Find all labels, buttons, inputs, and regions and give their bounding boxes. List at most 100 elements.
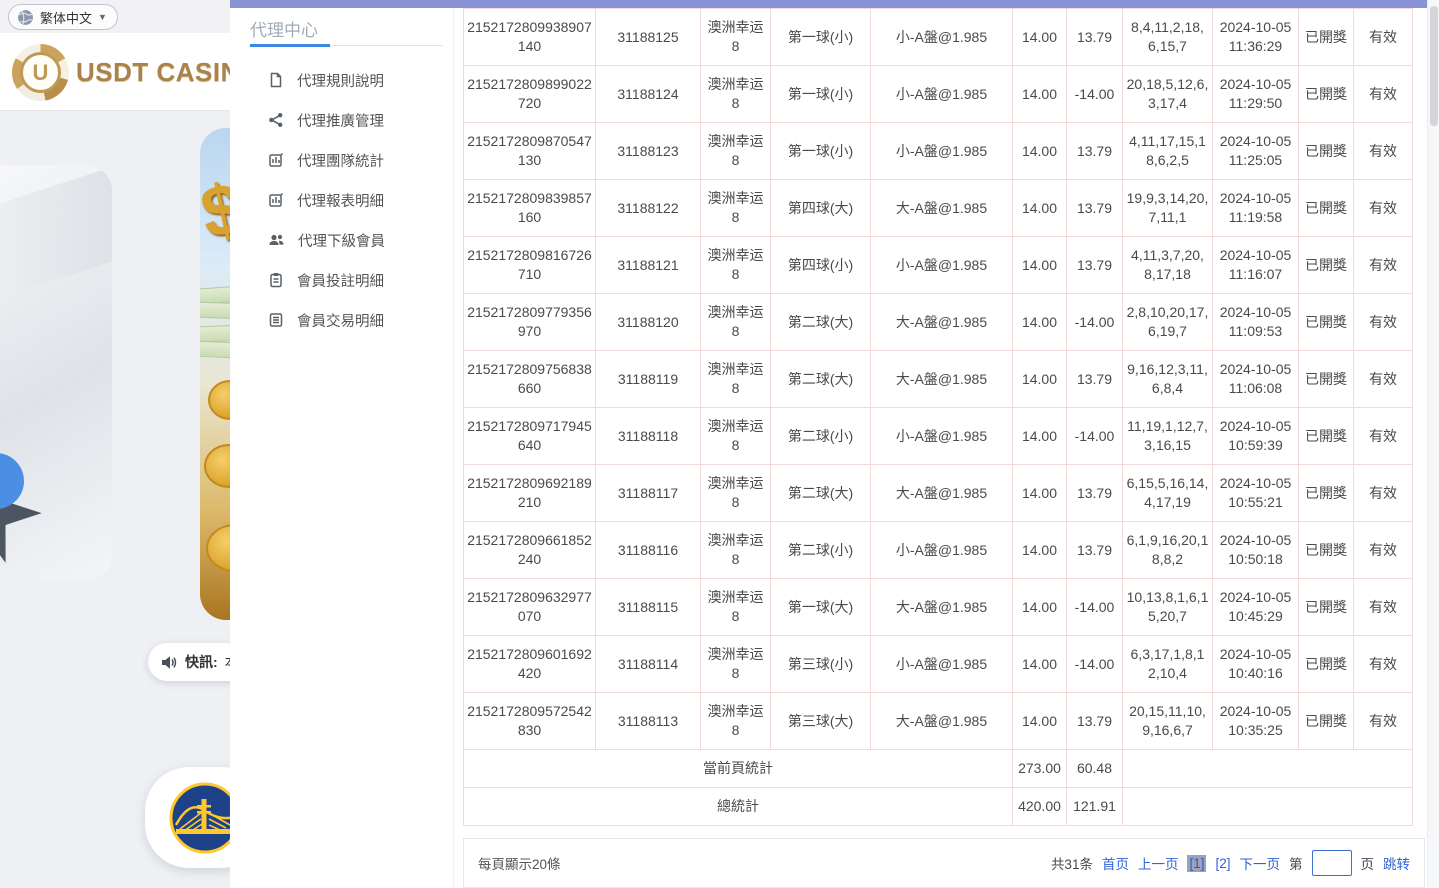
sidebar-item-agent-rules[interactable]: 代理規則說明 [230,60,453,100]
cell-order-number: 2152172809839857160 [464,180,596,237]
cell-draw-numbers: 6,3,17,1,8,12,10,4 [1123,636,1213,693]
list-icon [268,312,284,328]
cell-game-name: 澳洲幸运8 [701,237,771,294]
sidebar-item-label: 會員交易明細 [297,310,384,331]
cell-bet-content: 小-A盤@1.985 [871,408,1013,465]
cell-order-number: 2152172809601692420 [464,636,596,693]
cell-bet-time: 2024-10-05 10:50:18 [1213,522,1299,579]
cell-draw-numbers: 8,4,11,2,18,6,15,7 [1123,9,1213,66]
cell-bet-content: 大-A盤@1.985 [871,180,1013,237]
cell-bet-content: 小-A盤@1.985 [871,522,1013,579]
cell-play-type: 第二球(大) [771,294,871,351]
table-row: 2152172809870547130 31188123 澳洲幸运8 第一球(小… [464,123,1413,180]
casino-logo-emblem: U [12,44,69,101]
prev-page-link[interactable]: 上一页 [1138,853,1179,873]
cell-bet-amount: 14.00 [1013,66,1067,123]
cell-bet-amount: 14.00 [1013,636,1067,693]
cell-game-name: 澳洲幸运8 [701,693,771,750]
cell-status: 已開獎 [1299,294,1354,351]
table-row: 2152172809661852240 31188116 澳洲幸运8 第二球(小… [464,522,1413,579]
language-selector[interactable]: 繁体中文 ▼ [8,4,118,30]
cell-bet-id: 31188123 [596,123,701,180]
jump-button[interactable]: 跳转 [1383,853,1410,873]
cell-game-name: 澳洲幸运8 [701,123,771,180]
sidebar-item-member-transactions[interactable]: 會員交易明細 [230,300,453,340]
page-size-label: 每頁顯示20條 [478,853,561,873]
clipboard-icon [268,272,284,288]
cell-bet-amount: 14.00 [1013,465,1067,522]
cell-bet-time: 2024-10-05 10:59:39 [1213,408,1299,465]
sidebar-item-label: 代理團隊統計 [297,150,384,171]
emblem-letter: U [20,52,61,93]
cell-validity: 有效 [1354,408,1413,465]
cell-bet-content: 大-A盤@1.985 [871,579,1013,636]
cell-validity: 有效 [1354,636,1413,693]
cell-bet-amount: 14.00 [1013,579,1067,636]
cell-order-number: 2152172809816726710 [464,237,596,294]
globe-icon [17,9,34,26]
cell-bet-id: 31188124 [596,66,701,123]
cell-validity: 有效 [1354,522,1413,579]
first-page-link[interactable]: 首页 [1102,853,1129,873]
cell-game-name: 澳洲幸运8 [701,351,771,408]
cell-play-type: 第二球(小) [771,522,871,579]
cell-validity: 有效 [1354,237,1413,294]
sidebar-item-label: 代理下級會員 [298,230,385,251]
sidebar-item-label: 代理報表明細 [297,190,384,211]
cell-win-loss: -14.00 [1067,579,1123,636]
cell-win-loss: -14.00 [1067,294,1123,351]
page-2-link[interactable]: [2] [1215,856,1230,871]
users-icon [268,232,285,248]
page-jump-input[interactable] [1312,850,1352,876]
cell-bet-amount: 14.00 [1013,693,1067,750]
cell-game-name: 澳洲幸运8 [701,408,771,465]
horizontal-scrollbar[interactable] [230,0,1439,8]
cell-bet-time: 2024-10-05 11:36:29 [1213,9,1299,66]
cell-bet-content: 小-A盤@1.985 [871,123,1013,180]
top-bar: 繁体中文 ▼ [0,0,230,33]
summary-winloss: 60.48 [1067,750,1123,788]
jump-suffix-label: 页 [1361,853,1375,873]
summary-winloss: 121.91 [1067,788,1123,826]
cell-bet-id: 31188117 [596,465,701,522]
summary-empty [1123,750,1413,788]
cell-win-loss: -14.00 [1067,408,1123,465]
cell-validity: 有效 [1354,693,1413,750]
sidebar-item-downline-members[interactable]: 代理下級會員 [230,220,453,260]
sidebar-item-report-detail[interactable]: 代理報表明細 [230,180,453,220]
total-count-label: 共31条 [1051,853,1093,873]
vertical-scrollbar[interactable] [1427,0,1439,888]
cell-validity: 有效 [1354,351,1413,408]
banner-carousel-left[interactable]: ★ [0,165,112,580]
cell-status: 已開獎 [1299,237,1354,294]
agent-sidebar: 代理中心 代理規則說明 [230,8,453,888]
jump-prefix-label: 第 [1289,853,1303,873]
cell-bet-time: 2024-10-05 11:19:58 [1213,180,1299,237]
sidebar-item-agent-promo[interactable]: 代理推廣管理 [230,100,453,140]
cell-order-number: 2152172809938907140 [464,9,596,66]
scrollbar-thumb[interactable] [1430,6,1438,126]
summary-label: 總統計 [464,788,1013,826]
cell-win-loss: 13.79 [1067,693,1123,750]
cell-order-number: 2152172809572542830 [464,693,596,750]
cell-validity: 有效 [1354,180,1413,237]
cell-order-number: 2152172809870547130 [464,123,596,180]
cell-bet-time: 2024-10-05 11:16:07 [1213,237,1299,294]
cell-bet-content: 小-A盤@1.985 [871,9,1013,66]
sidebar-item-team-stats[interactable]: 代理團隊統計 [230,140,453,180]
sidebar-item-label: 代理規則說明 [297,70,384,91]
cell-win-loss: -14.00 [1067,636,1123,693]
cell-order-number: 2152172809717945640 [464,408,596,465]
table-row: 2152172809899022720 31188124 澳洲幸运8 第一球(小… [464,66,1413,123]
cell-order-number: 2152172809756838660 [464,351,596,408]
cell-play-type: 第一球(小) [771,66,871,123]
cell-play-type: 第二球(小) [771,408,871,465]
next-page-link[interactable]: 下一页 [1240,853,1281,873]
table-row: 2152172809632977070 31188115 澳洲幸运8 第一球(大… [464,579,1413,636]
sidebar-item-member-bets[interactable]: 會員投註明細 [230,260,453,300]
cell-status: 已開獎 [1299,351,1354,408]
page-1-current[interactable]: [1] [1187,855,1206,872]
sidebar-item-label: 代理推廣管理 [297,110,384,131]
cell-win-loss: 13.79 [1067,522,1123,579]
cell-bet-time: 2024-10-05 10:45:29 [1213,579,1299,636]
